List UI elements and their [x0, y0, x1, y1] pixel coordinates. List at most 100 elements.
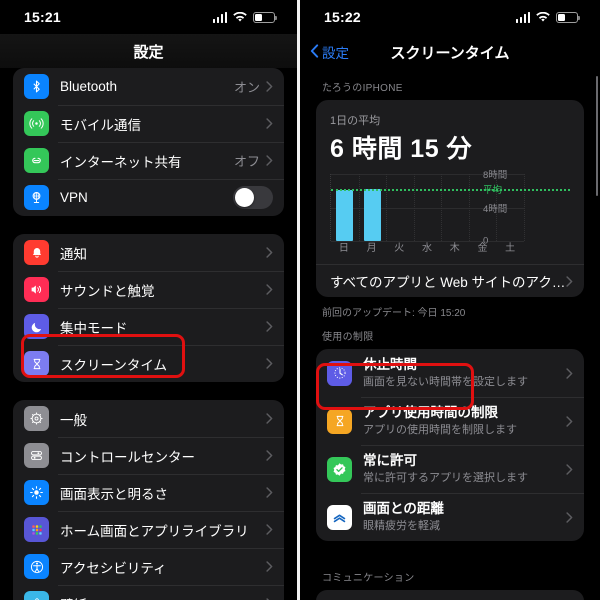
chart-column-separator [524, 174, 526, 241]
left-nav-bar: 設定 [0, 34, 297, 68]
sidebar-item-label: サウンドと触覚 [60, 283, 155, 299]
restriction-item-downtime[interactable]: 休止時間 画面を見ない時間帯を設定します [316, 349, 584, 397]
screentime-scroll-area[interactable]: たろうのIPHONE 1日の平均 6 時間 15 分 日月火水木金土 0 4時間 8… [300, 70, 600, 600]
chevron-right-icon [566, 275, 573, 287]
chart-x-tick-label: 水 [422, 243, 433, 254]
restriction-title: アプリ使用時間の制限 [363, 405, 498, 421]
sidebar-item-hotspot[interactable]: インターネット共有 オフ [13, 142, 284, 179]
screentime-summary-card[interactable]: 1日の平均 6 時間 15 分 日月火水木金土 0 4時間 8時間 平均 すべてのアプ… [316, 100, 584, 297]
sidebar-item-vpn[interactable]: VPN [13, 179, 284, 216]
sidebar-item-label: 壁紙 [60, 594, 266, 600]
sidebar-item-cellular[interactable]: モバイル通信 [13, 105, 284, 142]
vpn-toggle[interactable] [233, 186, 273, 209]
chart-average-label: 平均 [483, 184, 503, 196]
settings-scroll-area[interactable]: Bluetooth オン モバイル通信 インターネット共有 オフ VPN 通知 … [0, 68, 297, 600]
status-bar-time: 15:21 [24, 9, 61, 25]
wifi-icon [233, 11, 247, 23]
chart-y-tick-label: 8時間 [483, 170, 508, 181]
sidebar-item-screen-time[interactable]: スクリーンタイム [13, 345, 284, 382]
chart-x-tick-label: 木 [449, 243, 460, 254]
accessibility-icon [24, 554, 49, 579]
sidebar-item-focus[interactable]: 集中モード [13, 308, 284, 345]
restriction-title: 常に許可 [363, 453, 417, 469]
chevron-right-icon [566, 463, 573, 475]
brightness-icon [24, 480, 49, 505]
restriction-title: 画面との距離 [363, 501, 444, 517]
right-nav-bar: 設定 スクリーンタイム [300, 34, 600, 70]
restriction-item-screen-distance[interactable]: 画面との距離 眼精疲労を軽減 [316, 493, 584, 541]
sidebar-item-wallpaper[interactable]: 壁紙 [13, 585, 284, 600]
restriction-item-app-limits[interactable]: アプリ使用時間の制限 アプリの使用時間を制限します [316, 397, 584, 445]
downtime-icon [327, 360, 352, 386]
sidebar-item-label: 一般 [60, 412, 87, 428]
chart-y-tick-label: 4時間 [483, 203, 508, 215]
page-title: 設定 [133, 43, 164, 61]
sidebar-item-value: オン [233, 80, 260, 95]
speaker-icon [24, 277, 49, 302]
sidebar-item-label: Bluetooth [60, 79, 118, 94]
sidebar-item-label: スクリーンタイム [60, 357, 168, 373]
chevron-right-icon [266, 155, 273, 166]
check-badge-icon [327, 456, 352, 482]
restriction-text: 画面との距離 眼精疲労を軽減 [363, 500, 566, 533]
sidebar-item-general[interactable]: 一般 [13, 400, 284, 437]
hotspot-icon [24, 148, 49, 173]
chart-y-tick-label: 0 [483, 235, 489, 247]
settings-group-system: 一般 コントロールセンター 画面表示と明るさ ホーム画面とアプリライブラリ アク… [13, 400, 284, 600]
status-bar-indicators [515, 11, 580, 23]
moon-icon [24, 314, 49, 339]
communication-section-label: コミュニケーション [322, 573, 415, 584]
dual-phone-screenshot: 15:21 設定 Bluetooth オン モバイル通信 インターネット共有 オ… [0, 0, 600, 600]
sidebar-item-display-brightness[interactable]: 画面表示と明るさ [13, 474, 284, 511]
sidebar-item-home-screen[interactable]: ホーム画面とアプリライブラリ [13, 511, 284, 548]
chevron-right-icon [266, 561, 273, 572]
sidebar-item-accessibility[interactable]: アクセシビリティ [13, 548, 284, 585]
right-status-bar: 15:22 [300, 0, 600, 34]
usage-chart-block: 1日の平均 6 時間 15 分 日月火水木金土 0 4時間 8時間 平均 [316, 100, 584, 264]
chart-bar-cell [414, 174, 442, 241]
sidebar-item-label: ホーム画面とアプリライブラリ [60, 523, 249, 539]
chevron-right-icon [266, 321, 273, 332]
chevron-right-icon [266, 487, 273, 498]
screen-distance-icon [327, 504, 352, 530]
chart-x-axis: 日月火水木金土 [330, 241, 524, 256]
sidebar-item-label: VPN [60, 190, 88, 205]
restriction-title: 休止時間 [363, 357, 417, 373]
restriction-subtitle: アプリの使用時間を制限します [363, 423, 517, 436]
restriction-subtitle: 常に許可するアプリを選択します [363, 471, 528, 484]
restriction-text: 休止時間 画面を見ない時間帯を設定します [363, 356, 566, 389]
restrictions-section-label: 使用の制限 [322, 332, 374, 343]
chart-bar [336, 189, 354, 241]
restriction-item-always-allowed[interactable]: 常に許可 常に許可するアプリを選択します [316, 445, 584, 493]
battery-icon [556, 11, 580, 23]
all-apps-activity-label: すべてのアプリと Web サイトのアクテ… [330, 275, 566, 290]
chart-bar-cell [331, 174, 359, 241]
chevron-right-icon [266, 247, 273, 258]
chart-bar-cell [359, 174, 387, 241]
sidebar-item-label: 画面表示と明るさ [60, 486, 168, 502]
sidebar-item-label: 集中モード [60, 320, 128, 336]
sidebar-item-label: モバイル通信 [60, 117, 141, 133]
battery-icon [253, 11, 277, 23]
all-apps-activity-row[interactable]: すべてのアプリと Web サイトのアクテ… [316, 264, 584, 297]
weekly-usage-chart: 日月火水木金土 0 4時間 8時間 平均 [330, 170, 570, 256]
sidebar-item-label: アクセシビリティ [60, 560, 167, 576]
communication-card [316, 590, 584, 600]
bluetooth-icon [24, 74, 49, 99]
chevron-right-icon [266, 284, 273, 295]
sidebar-item-bluetooth[interactable]: Bluetooth オン [13, 68, 284, 105]
sidebar-item-label: 通知 [60, 246, 87, 262]
sidebar-item-control-center[interactable]: コントロールセンター [13, 437, 284, 474]
average-value: 6 時間 15 分 [330, 135, 473, 163]
vertical-scrollbar[interactable] [595, 76, 598, 196]
back-button[interactable]: 設定 [310, 42, 349, 62]
chevron-right-icon [266, 524, 273, 535]
sidebar-item-sounds[interactable]: サウンドと触覚 [13, 271, 284, 308]
sidebar-item-notifications[interactable]: 通知 [13, 234, 284, 271]
chart-x-tick-label: 日 [338, 243, 349, 254]
left-status-bar: 15:21 [0, 0, 297, 34]
hourglass-icon [327, 408, 352, 434]
chart-bar-cell [441, 174, 469, 241]
cellular-icon [24, 111, 49, 136]
chevron-right-icon [266, 358, 273, 369]
